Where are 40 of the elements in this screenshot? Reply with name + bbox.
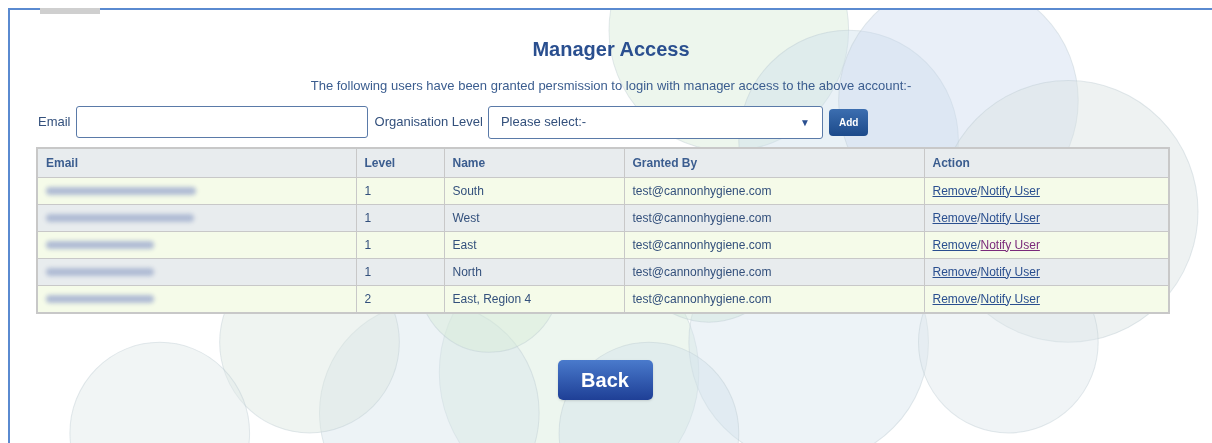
link-separator: / xyxy=(977,210,981,225)
add-button[interactable]: Add xyxy=(828,108,869,136)
notify-user-link[interactable]: Notify User xyxy=(980,183,1040,198)
remove-link[interactable]: Remove xyxy=(932,291,978,306)
page-title: Manager Access xyxy=(532,37,690,62)
intro-text: The following users have been granted persmission to login with manager access to the above account:- xyxy=(310,77,912,95)
organisation-level-select[interactable]: Please select:- ▼ xyxy=(487,105,823,139)
table-cell: East xyxy=(444,231,624,258)
text-highlight xyxy=(40,8,100,14)
email-label: Email xyxy=(38,113,71,132)
remove-link[interactable]: Remove xyxy=(932,183,978,198)
notify-user-link[interactable]: Notify User xyxy=(980,264,1040,279)
table-cell: North xyxy=(444,258,624,285)
table-cell: test@cannonhygiene.com xyxy=(624,231,924,258)
remove-link[interactable]: Remove xyxy=(932,237,978,252)
column-header: Granted By xyxy=(624,147,924,177)
column-header: Level xyxy=(356,147,444,177)
table-cell: test@cannonhygiene.com xyxy=(624,258,924,285)
link-separator: / xyxy=(977,237,981,252)
table-cell: 1 xyxy=(356,204,444,231)
remove-link[interactable]: Remove xyxy=(932,264,978,279)
table-cell: 1 xyxy=(356,258,444,285)
column-header: Name xyxy=(444,147,624,177)
notify-user-link[interactable]: Notify User xyxy=(980,237,1040,252)
link-separator: / xyxy=(977,291,981,306)
table-cell: 1 xyxy=(356,231,444,258)
notify-user-link[interactable]: Notify User xyxy=(980,291,1040,306)
organisation-level-label: Organisation Level xyxy=(374,113,483,132)
column-header: Email xyxy=(37,147,356,177)
table-cell: 1 xyxy=(356,177,444,204)
table-cell: test@cannonhygiene.com xyxy=(624,177,924,204)
table-cell: West xyxy=(444,204,624,231)
back-button[interactable]: Back xyxy=(557,359,653,400)
link-separator: / xyxy=(977,264,981,279)
link-separator: / xyxy=(977,183,981,198)
table-cell: test@cannonhygiene.com xyxy=(624,204,924,231)
table-cell: South xyxy=(444,177,624,204)
remove-link[interactable]: Remove xyxy=(932,210,978,225)
notify-user-link[interactable]: Notify User xyxy=(980,210,1040,225)
email-input[interactable] xyxy=(75,106,368,138)
